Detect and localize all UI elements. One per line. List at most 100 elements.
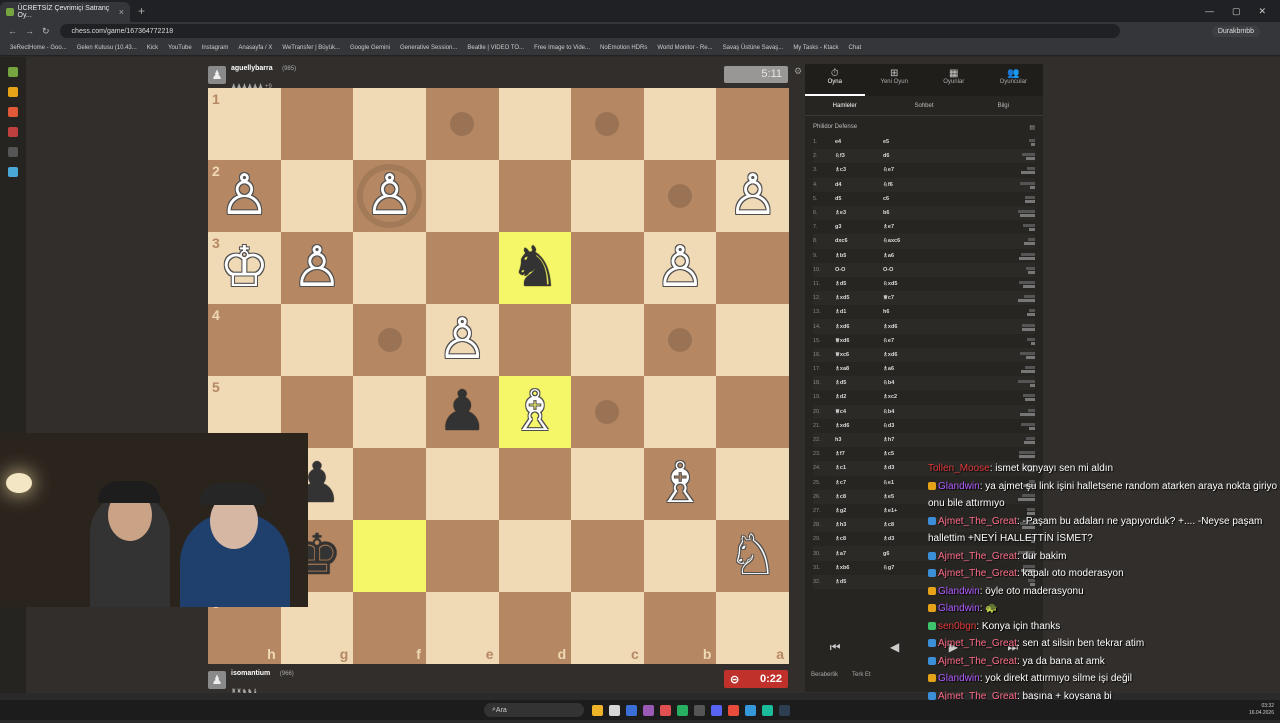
avatar[interactable]: ♟	[208, 66, 226, 84]
white-move[interactable]: ♗c8	[835, 494, 883, 500]
board-square[interactable]: 3 ♔	[208, 232, 281, 304]
board-square[interactable]: 2 ♙	[208, 160, 281, 232]
chat-username[interactable]: Tollen_Moose	[928, 463, 990, 474]
white-move[interactable]: ♗b5	[835, 253, 883, 259]
white-move[interactable]: ♕xc6	[835, 352, 883, 358]
bottom-player-name[interactable]: isomantium	[231, 670, 270, 677]
board-square[interactable]	[425, 232, 499, 304]
black-move[interactable]: ♗a6	[883, 366, 931, 372]
white-move[interactable]: g3	[835, 224, 883, 230]
black-move[interactable]: ♘e1	[883, 480, 931, 486]
book-icon[interactable]: ▤	[1029, 124, 1035, 131]
black-move[interactable]: ♘g7	[883, 565, 931, 571]
white-move[interactable]: ♗d2	[835, 394, 883, 400]
profile-button[interactable]: Durakbmbb	[1211, 25, 1260, 37]
prev-move-icon[interactable]: ◀	[890, 640, 899, 655]
black-move[interactable]: ♘e7	[883, 167, 931, 173]
white-move[interactable]: h3	[835, 437, 883, 443]
board-square[interactable]	[571, 88, 644, 160]
white-move[interactable]: ♗xd5	[835, 295, 883, 301]
board-square[interactable]: ♗	[643, 448, 717, 520]
bookmark-item[interactable]: Gelen Kutusu (10.43...	[77, 45, 137, 51]
bookmark-item[interactable]: Generative Session...	[400, 45, 457, 51]
bookmark-item[interactable]: WeTransfer | Büyük...	[282, 45, 340, 51]
board-square[interactable]: ♞	[498, 232, 572, 304]
board-square[interactable]: ♟	[425, 376, 499, 448]
app-icon[interactable]	[694, 704, 705, 716]
forward-icon[interactable]: →	[25, 26, 34, 36]
white-move[interactable]: ♗c7	[835, 480, 883, 486]
board-square[interactable]	[498, 448, 572, 520]
app-icon[interactable]	[643, 704, 654, 716]
black-move[interactable]: ♗e7	[883, 224, 931, 230]
bookmark-item[interactable]: 3eRectHome - Goo...	[10, 45, 67, 51]
white-move[interactable]: ♘f3	[835, 153, 883, 159]
chrome-icon[interactable]	[609, 704, 620, 716]
board-square[interactable]	[716, 448, 789, 520]
white-move[interactable]: ♗xd6	[835, 324, 883, 330]
board-square[interactable]	[571, 232, 644, 304]
white-move[interactable]: ♗f7	[835, 451, 883, 457]
white-move[interactable]: ♗d5	[835, 281, 883, 287]
white-move[interactable]: ♗xa8	[835, 366, 883, 372]
board-square[interactable]	[498, 520, 572, 592]
white-move[interactable]: ♕c4	[835, 409, 883, 415]
board-square[interactable]	[280, 160, 354, 232]
chat-username[interactable]: Ajmet_The_Great	[938, 568, 1017, 579]
bookmark-item[interactable]: Savaş Üstüne Savaş...	[723, 45, 784, 51]
app-icon[interactable]	[660, 704, 671, 716]
chat-username[interactable]: Ajmet_The_Great	[938, 551, 1017, 562]
white-piece-icon[interactable]: ♗	[510, 384, 560, 440]
white-piece-icon[interactable]: ♔	[219, 240, 269, 296]
learn-icon[interactable]	[8, 127, 18, 137]
board-square[interactable]: ♙	[425, 304, 499, 376]
bookmark-item[interactable]: Free Image to Vide...	[534, 45, 590, 51]
board-square[interactable]	[643, 88, 717, 160]
bookmark-item[interactable]: Anasayfa / X	[238, 45, 272, 51]
top-player-name[interactable]: aguellybarra	[231, 65, 273, 72]
chat-username[interactable]: Glandwin	[938, 481, 980, 492]
black-move[interactable]: d6	[883, 153, 931, 159]
board-square[interactable]: d	[498, 592, 572, 664]
white-move[interactable]: ♕xd6	[835, 338, 883, 344]
white-move[interactable]: d5	[835, 196, 883, 202]
chat-username[interactable]: Ajmet_The_Great	[938, 656, 1017, 667]
black-move[interactable]: ♗h7	[883, 437, 931, 443]
panel-subtab[interactable]: Hamleler	[805, 103, 884, 109]
black-move[interactable]: ♗c5	[883, 451, 931, 457]
board-square[interactable]: ♙	[280, 232, 354, 304]
black-move[interactable]: h6	[883, 309, 931, 315]
reload-icon[interactable]: ↻	[42, 26, 50, 37]
black-move[interactable]: ♘d3	[883, 423, 931, 429]
legal-move-dot[interactable]	[595, 400, 620, 424]
black-move[interactable]: ♘b4	[883, 380, 931, 386]
taskbar-search[interactable]: ⌕ Ara	[484, 703, 584, 717]
legal-move-dot[interactable]	[450, 112, 475, 136]
white-piece-icon[interactable]: ♙	[219, 168, 269, 224]
board-square[interactable]	[643, 520, 717, 592]
black-move[interactable]: ♗d3	[883, 536, 931, 542]
black-move[interactable]: ♘axc6	[883, 238, 931, 244]
bookmark-item[interactable]: NoEmotion HDRs	[600, 45, 647, 51]
white-move[interactable]: ♗d1	[835, 309, 883, 315]
gear-icon[interactable]: ⚙	[794, 66, 802, 77]
chat-username[interactable]: Ajmet_The_Great	[938, 516, 1017, 527]
board-square[interactable]	[571, 304, 644, 376]
legal-move-dot[interactable]	[377, 328, 402, 352]
black-move[interactable]: O-O	[883, 267, 931, 273]
black-move[interactable]: ♘b4	[883, 409, 931, 415]
board-square[interactable]	[425, 88, 499, 160]
white-move[interactable]: ♗a7	[835, 551, 883, 557]
black-piece-icon[interactable]: ♟	[437, 384, 487, 440]
board-square[interactable]: b	[643, 592, 717, 664]
legal-move-dot[interactable]	[668, 328, 693, 352]
chat-username[interactable]: Ajmet_The_Great	[938, 638, 1017, 649]
black-move[interactable]: ♕c7	[883, 295, 931, 301]
board-square[interactable]	[280, 304, 354, 376]
black-move[interactable]: ♘e7	[883, 338, 931, 344]
board-square[interactable]	[353, 376, 426, 448]
white-move[interactable]: dxc6	[835, 238, 883, 244]
board-square[interactable]: 1	[208, 88, 281, 160]
bookmark-item[interactable]: Google Gemini	[350, 45, 390, 51]
black-move[interactable]: ♗e5	[883, 494, 931, 500]
